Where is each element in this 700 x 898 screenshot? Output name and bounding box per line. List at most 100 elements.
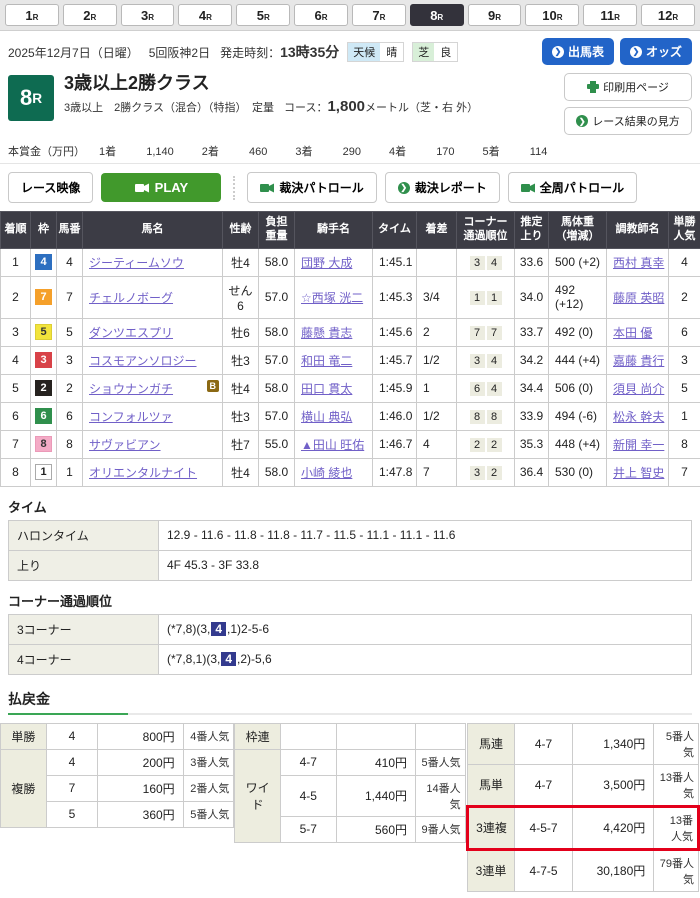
- print-page-button[interactable]: 印刷用ページ: [564, 73, 692, 101]
- jockey-name-link[interactable]: 和田 竜二: [301, 354, 352, 368]
- jockey-name-link[interactable]: 小崎 綾也: [301, 466, 352, 480]
- corner-section-title: コーナー通過順位: [0, 581, 700, 614]
- race-tab-suffix: R: [495, 13, 501, 22]
- horse-name-link[interactable]: コンフォルツァ: [89, 410, 173, 424]
- horse-weight: 492 (0): [549, 318, 607, 346]
- horse-name-link[interactable]: オリエンタルナイト: [89, 466, 197, 480]
- prize-amount: 460: [243, 146, 267, 158]
- race-tab-5R[interactable]: 5R: [236, 4, 290, 26]
- race-tab-12R[interactable]: 12R: [641, 4, 695, 26]
- race-tab-2R[interactable]: 2R: [63, 4, 117, 26]
- race-tab-10R[interactable]: 10R: [525, 4, 579, 26]
- result-guide-button[interactable]: ❯ レース結果の見方: [564, 107, 692, 135]
- payout-row-馬単: 馬単4-73,500円13番人気: [467, 764, 698, 806]
- going-badge: 芝 良: [412, 42, 458, 62]
- horse-name-link[interactable]: ショウナンガチ: [89, 382, 173, 396]
- trainer-name-link[interactable]: 西村 真幸: [613, 256, 664, 270]
- last-3f: 34.0: [515, 276, 549, 318]
- frame-badge: 1: [35, 464, 52, 480]
- race-tab-suffix: R: [614, 13, 620, 22]
- entries-button[interactable]: ❯出馬表: [542, 38, 614, 65]
- race-tab-11R[interactable]: 11R: [583, 4, 637, 26]
- horse-name-link[interactable]: ジーティームソウ: [89, 256, 184, 270]
- race-tab-7R[interactable]: 7R: [352, 4, 406, 26]
- payout-popularity: 13番人気: [654, 764, 699, 806]
- payout-popularity: 5番人気: [654, 723, 699, 764]
- trainer-name-link[interactable]: 松永 幹夫: [613, 410, 664, 424]
- arrow-circle-icon: ❯: [630, 46, 642, 58]
- jockey-name-link[interactable]: ☆西塚 洸二: [301, 291, 363, 305]
- finish-time: 1:45.3: [373, 276, 417, 318]
- jockey-name-link[interactable]: 団野 大成: [301, 256, 352, 270]
- steward-report-button[interactable]: ❯ 裁決レポート: [385, 172, 500, 203]
- finish-position: 5: [1, 374, 31, 402]
- race-tab-9R[interactable]: 9R: [468, 4, 522, 26]
- race-tab-4R[interactable]: 4R: [178, 4, 232, 26]
- payout-popularity: [416, 723, 466, 749]
- payout-amount: 360円: [98, 801, 183, 827]
- trainer-name-link[interactable]: 新開 幸一: [613, 438, 664, 452]
- corner-order-before: (*7,8)(3,: [167, 622, 210, 636]
- race-tab-6R[interactable]: 6R: [294, 4, 348, 26]
- race-tab-8R[interactable]: 8R: [410, 4, 464, 26]
- horse-name-link[interactable]: チェルノボーグ: [89, 291, 173, 305]
- race-number-badge: 8R: [8, 75, 54, 121]
- finish-position: 6: [1, 402, 31, 430]
- print-page-label: 印刷用ページ: [603, 79, 669, 95]
- race-tab-1R[interactable]: 1R: [5, 4, 59, 26]
- payout-row-ワイド: ワイド4-7410円5番人気: [235, 749, 465, 775]
- trainer-name-link[interactable]: 嘉藤 貴行: [613, 354, 664, 368]
- corner-position-value: 3: [470, 256, 485, 270]
- payout-column-3: 馬連4-71,340円5番人気馬単4-73,500円13番人気3連複4-5-74…: [466, 723, 700, 892]
- bet-combination: 5: [46, 801, 98, 827]
- race-tab-3R[interactable]: 3R: [121, 4, 175, 26]
- results-table: 着順枠馬番馬名性齢負担 重量騎手名タイム着差コーナー 通過順位推定 上り馬体重 …: [0, 211, 700, 487]
- full-patrol-button[interactable]: 全周パトロール: [508, 172, 637, 203]
- corner-position-value: 2: [487, 438, 502, 452]
- jockey-name-link[interactable]: 横山 典弘: [301, 410, 352, 424]
- frame-cell: 4: [31, 248, 57, 276]
- camera-icon: [135, 183, 149, 193]
- race-info-row: 2025年12月7日（日曜）5回阪神2日発走時刻：13時35分 天候 晴 芝 良…: [0, 31, 700, 69]
- jockey-name-link[interactable]: 田口 貫太: [301, 382, 352, 396]
- payout-underline: [8, 713, 692, 715]
- bet-combination: 4-5: [281, 775, 337, 816]
- corner-position-value: 1: [470, 291, 485, 305]
- bet-combination: 4: [46, 749, 98, 775]
- horse-name-link[interactable]: サヴァビアン: [89, 438, 161, 452]
- weather-label: 天候: [348, 43, 380, 61]
- course-label: コース：: [284, 102, 327, 114]
- horse-name-link[interactable]: コスモアンソロジー: [89, 354, 197, 368]
- payout-popularity: 4番人気: [183, 723, 234, 749]
- entries-button-label: 出馬表: [568, 43, 604, 60]
- race-tab-number: 5: [257, 8, 264, 23]
- trainer-name-link[interactable]: 藤原 英昭: [613, 291, 664, 305]
- payout-amount: 30,180円: [572, 849, 654, 891]
- payout-amount: 800円: [98, 723, 183, 749]
- odds-button[interactable]: ❯オッズ: [620, 38, 692, 65]
- corner-positions: 34: [457, 346, 515, 374]
- prize-amount: 1,140: [140, 146, 174, 158]
- corner-order-after: ,1)2-5-6: [227, 622, 269, 636]
- race-video-button[interactable]: レース映像: [8, 172, 93, 203]
- horse-number: 1: [57, 458, 83, 486]
- corner-row-label: 4コーナー: [9, 644, 159, 674]
- trainer-name-link[interactable]: 本田 優: [613, 326, 652, 340]
- jockey-name-link[interactable]: 藤懸 貴志: [301, 326, 352, 340]
- carried-weight: 58.0: [259, 318, 295, 346]
- jockey-name-link[interactable]: ▲田山 旺佑: [301, 438, 364, 452]
- start-time: 13時35分: [280, 44, 339, 60]
- corner-row: 3コーナー(*7,8)(3,4,1)2-5-6: [9, 614, 692, 644]
- trainer-name-link[interactable]: 須貝 尚介: [613, 382, 664, 396]
- jockey-cell: 横山 典弘: [295, 402, 373, 430]
- trainer-name-link[interactable]: 井上 智史: [613, 466, 664, 480]
- prize-place: 4着: [389, 146, 406, 158]
- margin: 3/4: [417, 276, 457, 318]
- time-row-label: ハロンタイム: [9, 520, 159, 550]
- play-button[interactable]: PLAY: [101, 173, 221, 202]
- frame-cell: 3: [31, 346, 57, 374]
- time-section-title: タイム: [0, 487, 700, 520]
- last-3f: 33.9: [515, 402, 549, 430]
- horse-name-link[interactable]: ダンツエスプリ: [89, 326, 173, 340]
- patrol-video-button[interactable]: 裁決パトロール: [247, 172, 376, 203]
